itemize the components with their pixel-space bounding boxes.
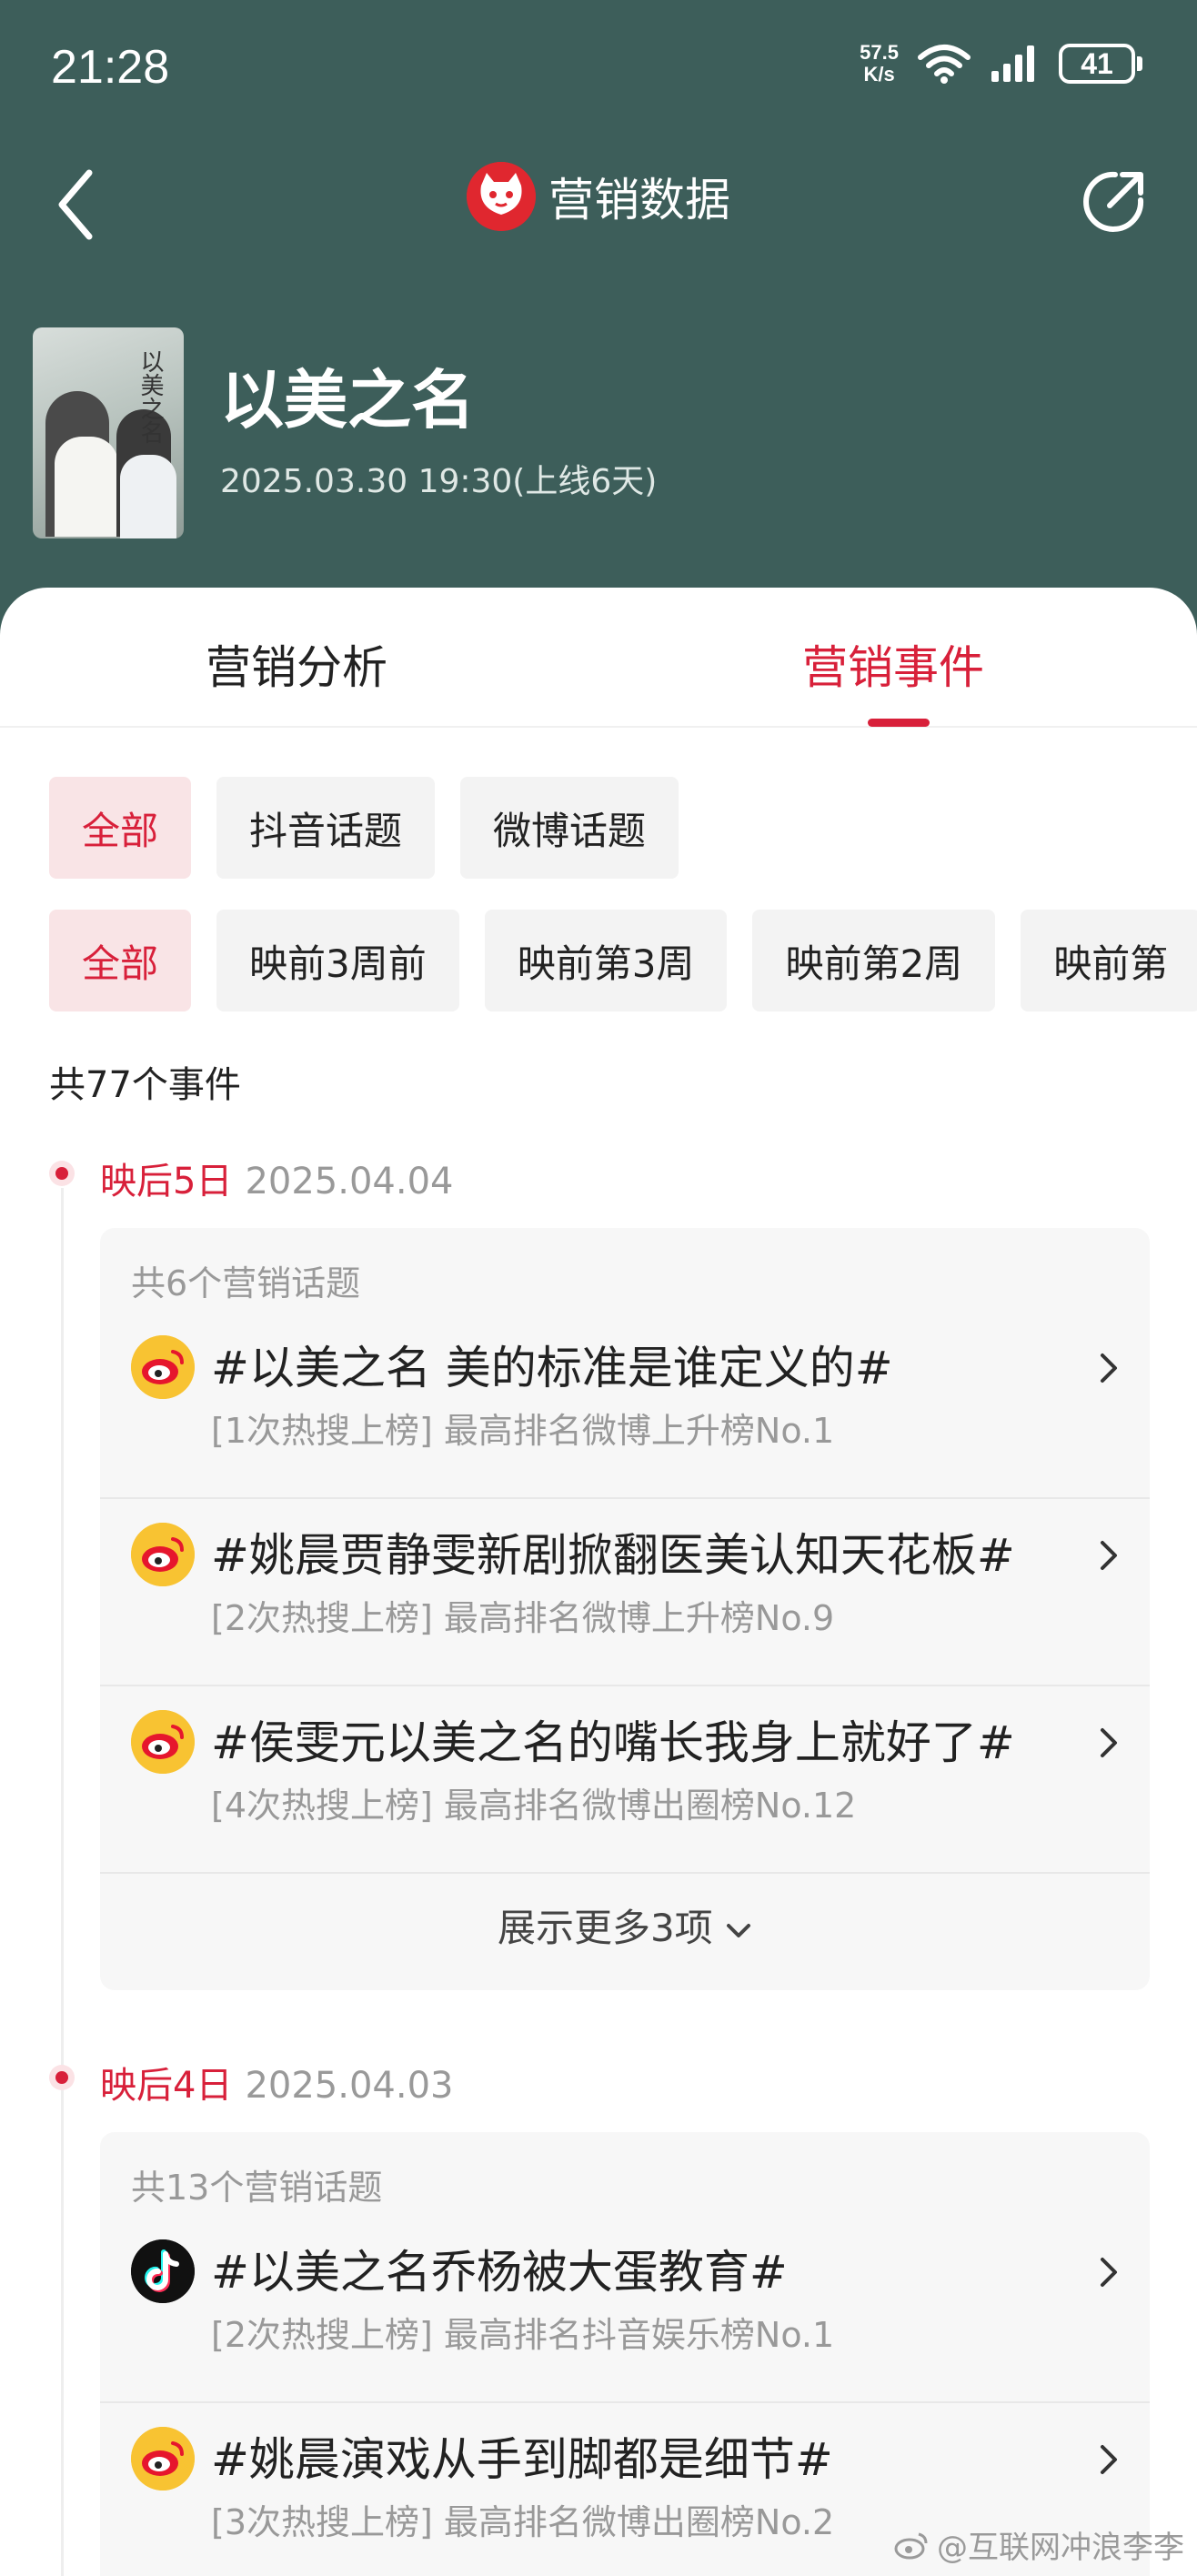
topic-title: #姚晨演戏从手到脚都是细节# [211,2433,833,2486]
event-day: 映后4日 [100,2065,233,2107]
event-date: 2025.04.03 [245,2065,454,2107]
movie-release-date: 2025.03.30 19:30(上线6天) [220,463,658,500]
chevron-down-icon [727,1923,751,1937]
show-more-label: 展示更多3项 [497,1906,713,1950]
battery-tip [1137,56,1142,71]
battery-icon: 41 [1059,44,1142,84]
watermark: @互联网冲浪李李 [893,2522,1184,2567]
tab-marketing-events[interactable]: 营销事件 [802,631,984,697]
topic-title: #以美之名乔杨被大蛋教育# [211,2246,788,2299]
event-card: 共13个营销话题 #以美之名乔杨被大蛋教育# [2次热搜上榜] 最高排名抖音娱乐… [100,2132,1150,2576]
topic-title: #姚晨贾静雯新剧掀翻医美认知天花板# [211,1529,1015,1582]
chevron-right-icon [1101,1541,1117,1570]
topic-row[interactable]: #以美之名 美的标准是谁定义的# [1次热搜上榜] 最高排名微博上升榜No.1 [100,1312,1150,1499]
topic-rank-info: [1次热搜上榜] 最高排名微博上升榜No.1 [211,1411,835,1451]
movie-poster[interactable]: 以美之名 [33,327,184,538]
watermark-text: @互联网冲浪李李 [937,2530,1184,2566]
net-speed-value: 57.5 [860,41,899,64]
share-icon[interactable] [1079,167,1148,236]
douyin-icon [131,2239,195,2303]
topic-row[interactable]: #以美之名乔杨被大蛋教育# [2次热搜上榜] 最高排名抖音娱乐榜No.1 [100,2216,1150,2403]
filter-weibo-topic[interactable]: 微博话题 [460,777,679,879]
weibo-watermark-icon [894,2532,928,2559]
event-total-count: 共77个事件 [49,1064,241,1106]
topic-title: #以美之名 美的标准是谁定义的# [211,1342,893,1394]
chevron-right-icon [1101,2258,1117,2287]
topic-count-label: 共13个营销话题 [131,2168,383,2208]
filter-pre-week-1[interactable]: 映前第 [1021,910,1197,1011]
poster-figure [120,455,176,538]
topic-rank-info: [2次热搜上榜] 最高排名抖音娱乐榜No.1 [211,2315,835,2355]
wifi-icon [918,45,971,84]
battery-level: 41 [1059,44,1135,84]
content-panel: 营销分析 营销事件 全部 抖音话题 微博话题 全部 映前3周前 映前第3周 映前… [0,588,1197,2576]
weibo-icon [131,1335,195,1399]
timeline-line [61,1188,64,2576]
net-speed-unit: K/s [863,63,895,86]
status-time: 21:28 [51,41,170,94]
cat-logo-icon [467,162,536,231]
topic-count-label: 共6个营销话题 [131,1263,361,1303]
weibo-icon [131,1710,195,1774]
timeline-dot [49,2065,75,2090]
event-card: 共6个营销话题 #以美之名 美的标准是谁定义的# [1次热搜上榜] 最高排名微博… [100,1228,1150,1990]
poster-title: 以美之名 [136,349,164,444]
topic-rank-info: [4次热搜上榜] 最高排名微博出圈榜No.12 [211,1786,857,1826]
timeline-dot [49,1161,75,1186]
weibo-icon [131,2427,195,2490]
timeline-label: 映后4日 2025.04.03 [100,2056,453,2108]
topic-row[interactable]: #姚晨贾静雯新剧掀翻医美认知天花板# [2次热搜上榜] 最高排名微博上升榜No.… [100,1499,1150,1686]
topic-row[interactable]: #侯雯元以美之名的嘴长我身上就好了# [4次热搜上榜] 最高排名微博出圈榜No.… [100,1686,1150,1874]
poster-figure [55,437,118,537]
filter-time-all[interactable]: 全部 [49,910,192,1011]
page-title: 营销数据 [548,174,730,226]
filter-platform-all[interactable]: 全部 [49,777,192,879]
movie-title: 以美之名 [220,363,475,438]
filter-pre-3-weeks-before[interactable]: 映前3周前 [216,910,459,1011]
topic-title: #侯雯元以美之名的嘴长我身上就好了# [211,1716,1015,1769]
timeline-label: 映后5日 2025.04.04 [100,1152,453,1204]
status-bar: 21:28 57.5 K/s 41 [0,0,1197,136]
chevron-right-icon [1101,2445,1117,2474]
show-more-button[interactable]: 展示更多3项 [100,1897,1150,1953]
signal-icon [991,45,1034,82]
tab-marketing-analysis[interactable]: 营销分析 [206,631,387,697]
time-filter-row: 全部 映前3周前 映前第3周 映前第2周 映前第 [49,910,1197,1011]
event-date: 2025.04.04 [245,1161,454,1202]
chevron-right-icon [1101,1728,1117,1757]
event-day: 映后5日 [100,1161,233,1202]
status-indicators: 57.5 K/s 41 [860,42,1142,86]
weibo-icon [131,1523,195,1586]
filter-pre-week-2[interactable]: 映前第2周 [752,910,996,1011]
platform-filter-row: 全部 抖音话题 微博话题 [49,777,679,879]
header-title-group: 营销数据 [0,162,1197,231]
filter-pre-week-3[interactable]: 映前第3周 [484,910,728,1011]
topic-rank-info: [3次热搜上榜] 最高排名微博出圈榜No.2 [211,2502,835,2542]
filter-douyin-topic[interactable]: 抖音话题 [216,777,436,879]
divider [100,1872,1150,1874]
tab-bar: 营销分析 营销事件 [0,588,1197,728]
topic-rank-info: [2次热搜上榜] 最高排名微博上升榜No.9 [211,1598,835,1638]
net-speed: 57.5 K/s [860,42,899,86]
chevron-right-icon [1101,1353,1117,1383]
active-tab-indicator [868,719,930,727]
